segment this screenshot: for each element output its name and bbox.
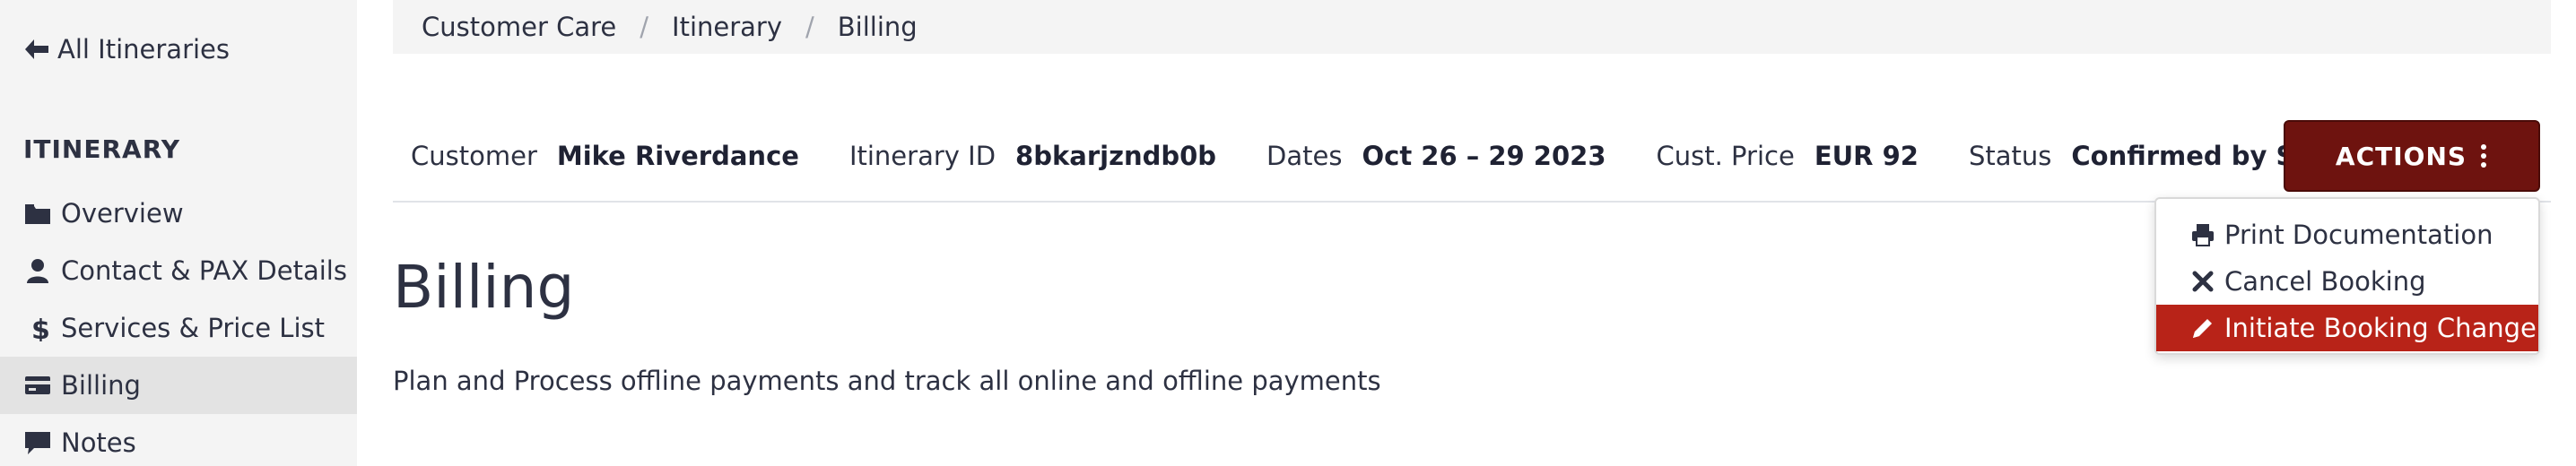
sidebar: All Itineraries ITINERARY Overview Conta… bbox=[0, 0, 357, 466]
arrow-left-icon bbox=[25, 39, 48, 59]
breadcrumb-separator: / bbox=[640, 12, 649, 42]
itinerary-id-value: 8bkarjzndb0b bbox=[1015, 141, 1217, 171]
cust-price-label: Cust. Price bbox=[1656, 141, 1795, 171]
sidebar-item-label: Contact & PAX Details bbox=[61, 255, 347, 286]
dollar-icon: $ bbox=[31, 315, 50, 341]
itinerary-id-label: Itinerary ID bbox=[849, 141, 996, 171]
comment-icon bbox=[25, 432, 50, 454]
back-link-label: All Itineraries bbox=[57, 34, 230, 65]
credit-card-icon bbox=[25, 376, 50, 394]
actions-dropdown-menu: Print Documentation Cancel Booking Initi… bbox=[2154, 197, 2540, 355]
menu-item-label: Print Documentation bbox=[2224, 220, 2493, 250]
cust-price-value: EUR 92 bbox=[1814, 141, 1919, 171]
sidebar-item-contact-pax[interactable]: Contact & PAX Details bbox=[0, 242, 357, 299]
sidebar-item-overview[interactable]: Overview bbox=[0, 185, 357, 242]
sidebar-item-label: Notes bbox=[61, 427, 136, 458]
info-customer: Customer Mike Riverdance bbox=[411, 116, 799, 195]
menu-item-print-documentation[interactable]: Print Documentation bbox=[2156, 211, 2538, 258]
itinerary-info-bar: Customer Mike Riverdance Itinerary ID 8b… bbox=[393, 116, 2551, 203]
info-itinerary-id: Itinerary ID 8bkarjzndb0b bbox=[849, 116, 1216, 195]
sidebar-nav: Overview Contact & PAX Details $ Service… bbox=[0, 185, 357, 466]
menu-item-label: Cancel Booking bbox=[2224, 266, 2426, 297]
vertical-ellipsis-icon bbox=[2481, 144, 2487, 168]
info-dates: Dates Oct 26 – 29 2023 bbox=[1266, 116, 1606, 195]
sidebar-item-notes[interactable]: Notes bbox=[0, 414, 357, 466]
menu-item-cancel-booking[interactable]: Cancel Booking bbox=[2156, 258, 2538, 305]
breadcrumb-current: Billing bbox=[837, 12, 918, 42]
breadcrumb: Customer Care / Itinerary / Billing bbox=[393, 0, 2551, 54]
user-icon bbox=[27, 259, 48, 283]
page-title: Billing bbox=[393, 253, 575, 322]
actions-button[interactable]: ACTIONS bbox=[2284, 120, 2540, 192]
page-subtitle: Plan and Process offline payments and tr… bbox=[393, 366, 1381, 396]
pencil-icon bbox=[2193, 319, 2212, 338]
print-icon bbox=[2192, 224, 2214, 246]
breadcrumb-customer-care[interactable]: Customer Care bbox=[422, 12, 616, 42]
actions-button-label: ACTIONS bbox=[2335, 141, 2467, 171]
menu-item-initiate-booking-change[interactable]: Initiate Booking Change bbox=[2156, 305, 2538, 351]
folder-icon bbox=[25, 204, 50, 224]
sidebar-item-label: Services & Price List bbox=[61, 313, 325, 343]
sidebar-item-billing[interactable]: Billing bbox=[0, 357, 357, 414]
dates-label: Dates bbox=[1266, 141, 1343, 171]
dates-value: Oct 26 – 29 2023 bbox=[1362, 141, 1606, 171]
sidebar-item-label: Overview bbox=[61, 198, 184, 229]
close-icon bbox=[2192, 271, 2214, 292]
sidebar-item-label: Billing bbox=[61, 370, 141, 401]
customer-label: Customer bbox=[411, 141, 537, 171]
back-to-itineraries-link[interactable]: All Itineraries bbox=[23, 34, 230, 65]
menu-item-label: Initiate Booking Change bbox=[2224, 313, 2537, 343]
customer-value: Mike Riverdance bbox=[556, 141, 799, 171]
svg-text:$: $ bbox=[31, 315, 50, 341]
info-cust-price: Cust. Price EUR 92 bbox=[1657, 116, 1919, 195]
breadcrumb-itinerary[interactable]: Itinerary bbox=[672, 12, 782, 42]
status-label: Status bbox=[1968, 141, 2052, 171]
sidebar-section-title: ITINERARY bbox=[23, 134, 181, 164]
sidebar-item-services-price-list[interactable]: $ Services & Price List bbox=[0, 299, 357, 357]
breadcrumb-separator: / bbox=[805, 12, 814, 42]
